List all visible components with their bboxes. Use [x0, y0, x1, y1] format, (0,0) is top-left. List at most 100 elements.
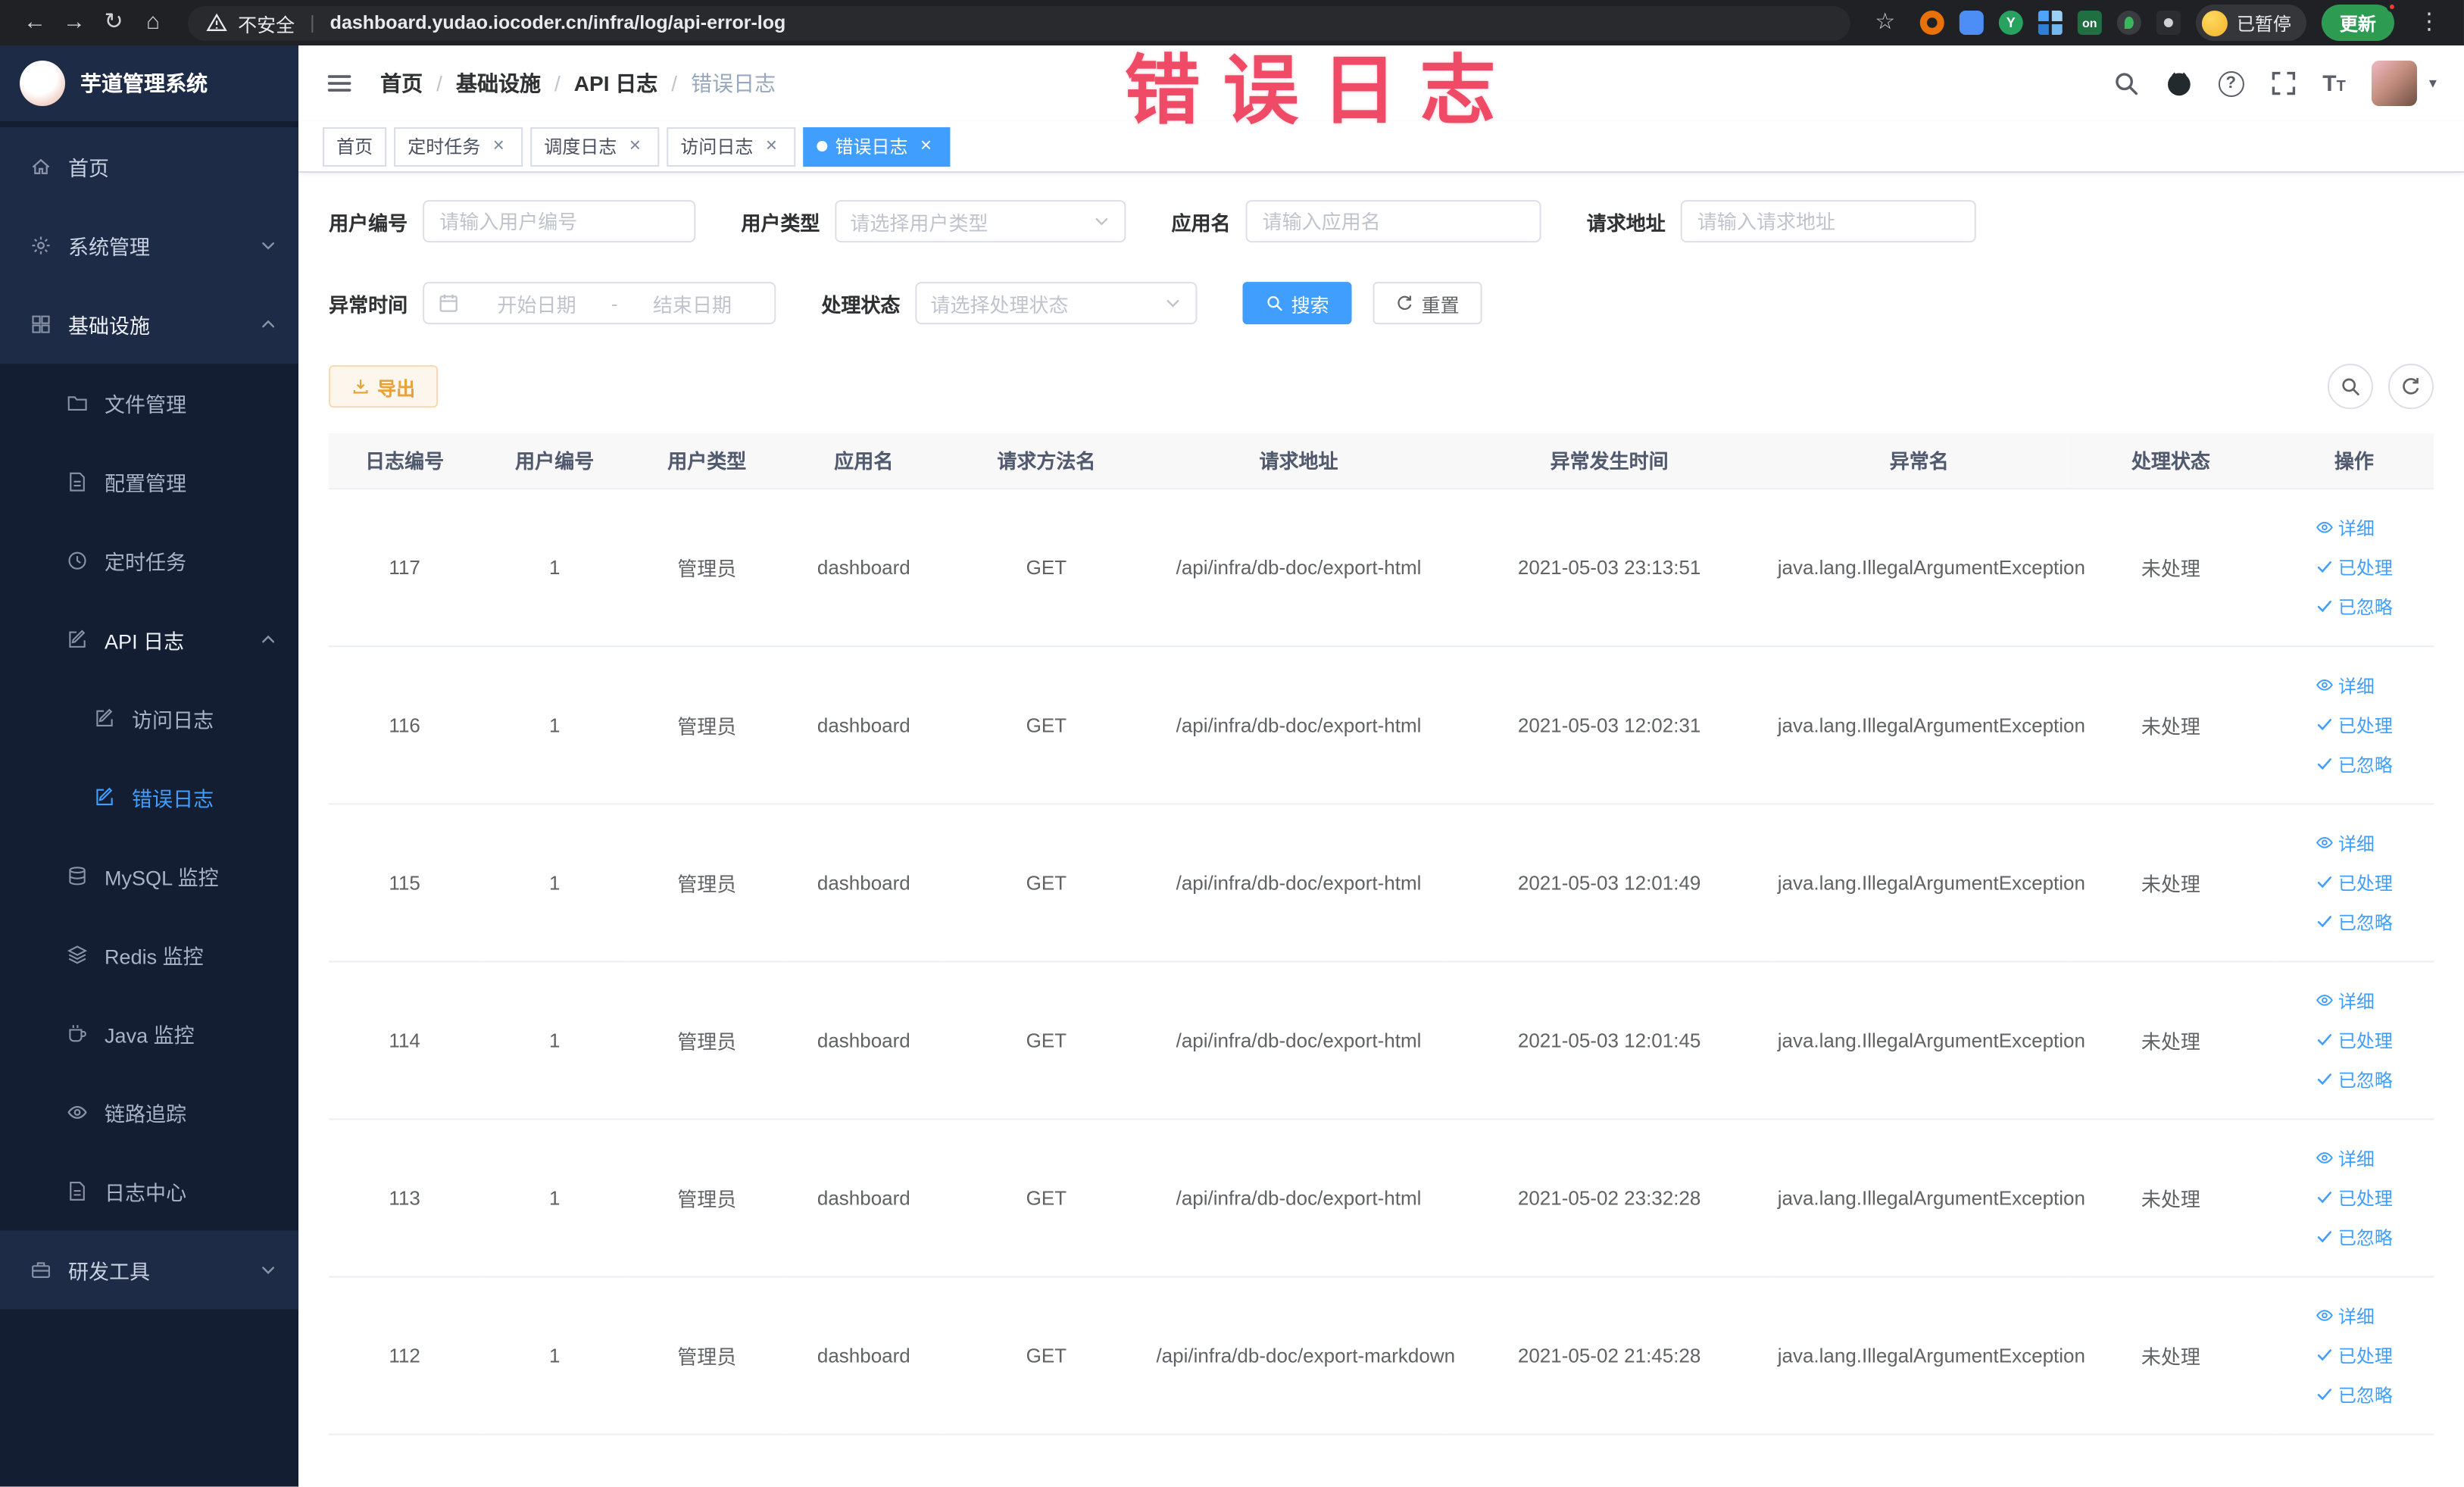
row-action-processed[interactable]: 已处理	[2316, 1026, 2393, 1052]
row-action-detail[interactable]: 详细	[2316, 829, 2375, 855]
sidebar-item-error-log[interactable]: 错误日志	[0, 758, 298, 836]
extension-icon-2[interactable]	[1959, 11, 1984, 36]
sidebar-item-access-log[interactable]: 访问日志	[0, 679, 298, 758]
tag-scheduled-tasks[interactable]: 定时任务 ×	[394, 127, 523, 167]
cell-request-url: /api/infra/db-doc/export-html	[1150, 803, 1447, 962]
font-size-icon[interactable]: TT	[2322, 70, 2346, 96]
user-type-select[interactable]: 请选择用户类型	[835, 200, 1126, 243]
user-id-input[interactable]	[423, 200, 696, 243]
browser-reload-button[interactable]: ↻	[94, 0, 133, 45]
sidebar-item-scheduled-tasks[interactable]: 定时任务	[0, 521, 298, 600]
request-url-input[interactable]	[1680, 200, 1976, 243]
tag-access-log[interactable]: 访问日志 ×	[667, 127, 796, 167]
chevron-down-icon	[1092, 212, 1110, 230]
tag-home[interactable]: 首页	[323, 127, 387, 167]
toggle-search-button[interactable]	[2327, 364, 2373, 410]
browser-forward-button[interactable]: →	[55, 0, 94, 45]
extension-icon-3[interactable]	[1998, 11, 2023, 36]
row-action-detail[interactable]: 详细	[2316, 1303, 2375, 1329]
reset-button[interactable]: 重置	[1373, 282, 1482, 325]
row-action-detail[interactable]: 详细	[2316, 987, 2375, 1013]
address-bar[interactable]: 不安全 | dashboard.yudao.iocoder.cn/infra/l…	[188, 5, 1850, 41]
sidebar-item-java-monitor[interactable]: Java 监控	[0, 994, 298, 1073]
tag-error-log[interactable]: 错误日志 ×	[803, 127, 951, 167]
top-navbar: 首页 / 基础设施 / API 日志 / 错误日志 ? TT ▾	[298, 45, 2464, 122]
extension-icon-6[interactable]	[2116, 11, 2141, 36]
bookmark-star-icon[interactable]: ☆	[1866, 0, 1905, 45]
avatar-caret-icon[interactable]: ▾	[2429, 75, 2437, 92]
row-action-processed[interactable]: 已处理	[2316, 1342, 2393, 1368]
table-row: 116 1 管理员 dashboard GET /api/infra/db-do…	[329, 645, 2434, 804]
close-icon[interactable]: ×	[488, 134, 509, 157]
extension-icon-7[interactable]	[2156, 11, 2181, 36]
cell-exception-time: 2021-05-03 23:13:51	[1447, 488, 1772, 647]
row-action-detail[interactable]: 详细	[2316, 672, 2375, 698]
sidebar-item-home[interactable]: 首页	[0, 127, 299, 207]
extension-icon-5[interactable]	[2077, 11, 2102, 36]
cell-process-status: 未处理	[2066, 961, 2275, 1120]
tag-schedule-log[interactable]: 调度日志 ×	[530, 127, 660, 167]
table-row: 115 1 管理员 dashboard GET /api/infra/db-do…	[329, 803, 2434, 962]
row-action-ignored[interactable]: 已忽略	[2316, 1066, 2393, 1092]
sidebar-item-config-management[interactable]: 配置管理	[0, 442, 298, 521]
process-status-label: 处理状态	[821, 293, 901, 317]
row-action-processed[interactable]: 已处理	[2316, 1184, 2393, 1210]
process-status-select[interactable]: 请选择处理状态	[915, 282, 1198, 325]
row-action-processed[interactable]: 已处理	[2316, 869, 2393, 895]
download-icon	[351, 377, 370, 395]
cell-method: GET	[942, 645, 1151, 804]
search-button[interactable]: 搜索	[1242, 282, 1352, 325]
app-logo	[20, 61, 66, 107]
hamburger-menu-icon[interactable]	[326, 70, 353, 97]
user-avatar[interactable]	[2371, 61, 2417, 107]
extension-icon-4[interactable]	[2038, 11, 2063, 36]
row-action-ignored[interactable]: 已忽略	[2316, 1223, 2393, 1249]
browser-update-button[interactable]: 更新	[2321, 2, 2397, 42]
fullscreen-icon[interactable]	[2269, 70, 2297, 97]
sidebar-item-system-management[interactable]: 系统管理	[0, 206, 299, 286]
github-icon[interactable]	[2165, 70, 2192, 97]
cell-user-type: 管理员	[629, 803, 785, 962]
cell-user-id: 1	[480, 1276, 629, 1435]
profile-paused-badge[interactable]: 已暂停	[2195, 5, 2306, 42]
browser-home-button[interactable]: ⌂	[133, 0, 173, 45]
sidebar-item-dev-tools[interactable]: 研发工具	[0, 1230, 299, 1310]
sidebar-item-mysql-monitor[interactable]: MySQL 监控	[0, 836, 298, 915]
sidebar-item-link-tracing[interactable]: 链路追踪	[0, 1073, 298, 1151]
sidebar-item-api-log[interactable]: API 日志	[0, 600, 298, 679]
browser-back-button[interactable]: ←	[15, 0, 55, 45]
help-icon[interactable]: ?	[2218, 70, 2244, 97]
app-name-input[interactable]	[1245, 200, 1541, 243]
row-action-ignored[interactable]: 已忽略	[2316, 1382, 2393, 1407]
exception-time-range-picker[interactable]: 开始日期 - 结束日期	[423, 282, 776, 325]
breadcrumb-home[interactable]: 首页	[380, 68, 423, 98]
app-logo-row[interactable]: 芋道管理系统	[0, 45, 299, 122]
close-icon[interactable]: ×	[760, 134, 782, 157]
row-action-ignored[interactable]: 已忽略	[2316, 593, 2393, 619]
close-icon[interactable]: ×	[916, 134, 937, 157]
breadcrumb-api-log[interactable]: API 日志	[574, 68, 658, 98]
row-action-processed[interactable]: 已处理	[2316, 554, 2393, 579]
sidebar-item-infrastructure[interactable]: 基础设施	[0, 285, 299, 364]
export-button[interactable]: 导出	[329, 365, 439, 408]
row-action-ignored[interactable]: 已忽略	[2316, 751, 2393, 776]
sidebar-item-redis-monitor[interactable]: Redis 监控	[0, 915, 298, 994]
extension-icon-1[interactable]	[1919, 11, 1944, 36]
close-icon[interactable]: ×	[624, 134, 645, 157]
sidebar-item-file-management[interactable]: 文件管理	[0, 364, 298, 442]
row-action-detail[interactable]: 详细	[2316, 1145, 2375, 1170]
row-action-processed[interactable]: 已处理	[2316, 711, 2393, 737]
header-search-icon[interactable]	[2112, 70, 2139, 97]
cell-app-name: dashboard	[785, 488, 943, 647]
exception-time-label: 异常时间	[329, 293, 408, 317]
sidebar-item-log-center[interactable]: 日志中心	[0, 1151, 298, 1230]
eye-icon	[2316, 518, 2334, 536]
cell-log-id: 116	[329, 645, 481, 804]
breadcrumb-infrastructure[interactable]: 基础设施	[456, 68, 541, 98]
cell-request-url: /api/infra/db-doc/export-html	[1150, 488, 1447, 647]
refresh-table-button[interactable]	[2387, 364, 2434, 410]
row-action-detail[interactable]: 详细	[2316, 514, 2375, 540]
browser-menu-icon[interactable]: ⋮	[2409, 0, 2449, 45]
row-action-ignored[interactable]: 已忽略	[2316, 908, 2393, 934]
toolbox-icon	[30, 1259, 52, 1280]
